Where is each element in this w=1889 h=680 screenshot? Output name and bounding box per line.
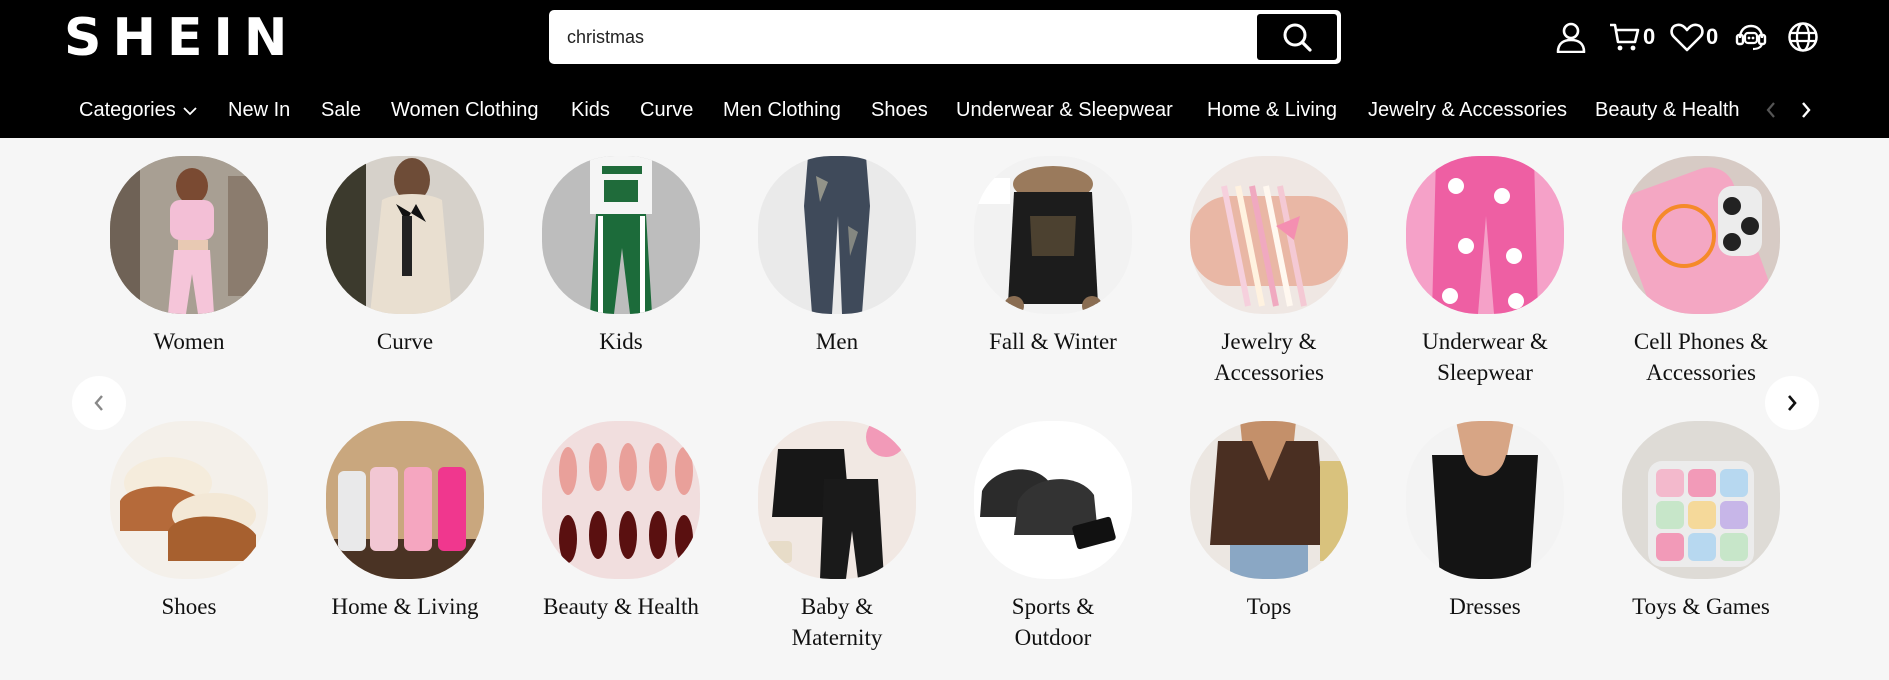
category-baby-maternity[interactable]: Baby & Maternity xyxy=(737,421,937,653)
customer-service-icon xyxy=(1735,24,1767,51)
globe-icon xyxy=(1788,22,1818,52)
category-label: Beauty & Health xyxy=(543,594,699,619)
category-image xyxy=(1622,156,1780,314)
heart-icon xyxy=(1670,23,1704,52)
category-image xyxy=(542,421,700,579)
category-curve[interactable]: Curve xyxy=(305,156,505,357)
category-label: Home & Living xyxy=(331,594,479,619)
nav-sale[interactable]: Sale xyxy=(321,93,361,127)
category-label: Kids xyxy=(599,329,643,354)
category-image xyxy=(542,156,700,314)
nav-beauty-health[interactable]: Beauty & Health xyxy=(1595,93,1740,127)
nav-jewelry-accessories[interactable]: Jewelry & Accessories xyxy=(1368,93,1567,127)
category-beauty-health[interactable]: Beauty & Health xyxy=(521,421,721,622)
category-image xyxy=(1406,421,1564,579)
nav-women-clothing[interactable]: Women Clothing xyxy=(391,93,538,127)
nav-kids[interactable]: Kids xyxy=(571,93,610,127)
category-label: Toys & Games xyxy=(1632,594,1770,619)
nav-prev-button[interactable] xyxy=(1765,93,1777,127)
user-icon xyxy=(1556,22,1586,53)
cart-button[interactable]: 0 xyxy=(1609,21,1655,53)
category-label: Curve xyxy=(376,329,434,354)
category-label: Tops xyxy=(1246,594,1292,619)
category-kids[interactable]: Kids xyxy=(521,156,721,357)
chevron-down-icon xyxy=(183,107,197,115)
category-image xyxy=(1190,156,1348,314)
category-nav: Categories New In Sale Women Clothing Ki… xyxy=(0,93,1889,127)
category-label: Baby & Maternity xyxy=(791,594,883,650)
search-button[interactable] xyxy=(1257,14,1337,60)
chevron-right-icon xyxy=(1802,102,1811,118)
nav-categories-label: Categories xyxy=(79,99,176,121)
account-button[interactable] xyxy=(1555,21,1587,53)
search-input[interactable] xyxy=(567,12,1247,62)
category-image xyxy=(326,156,484,314)
category-image xyxy=(326,421,484,579)
category-label: Fall & Winter xyxy=(989,329,1117,354)
category-image xyxy=(110,156,268,314)
language-button[interactable] xyxy=(1787,21,1819,53)
category-label: Dresses xyxy=(1449,594,1521,619)
category-cell-phones-accessories[interactable]: Cell Phones & Accessories xyxy=(1601,156,1801,388)
shein-logo[interactable]: SHEIN xyxy=(64,8,298,68)
category-label: Underwear & Sleepwear xyxy=(1422,329,1548,385)
category-label: Sports & Outdoor xyxy=(1011,594,1095,650)
category-women[interactable]: Women xyxy=(89,156,289,357)
category-image xyxy=(110,421,268,579)
category-label: Women xyxy=(153,329,225,354)
support-button[interactable] xyxy=(1735,21,1767,53)
category-image xyxy=(1622,421,1780,579)
nav-underwear-sleepwear[interactable]: Underwear & Sleepwear xyxy=(956,93,1173,127)
category-label: Cell Phones & Accessories xyxy=(1633,329,1769,385)
category-men[interactable]: Men xyxy=(737,156,937,357)
category-sports-outdoor[interactable]: Sports & Outdoor xyxy=(953,421,1153,653)
category-image xyxy=(1190,421,1348,579)
site-header: SHEIN 0 xyxy=(0,0,1889,138)
category-image xyxy=(758,421,916,579)
nav-new-in[interactable]: New In xyxy=(228,93,290,127)
category-home-living[interactable]: Home & Living xyxy=(305,421,505,622)
nav-home-living[interactable]: Home & Living xyxy=(1207,93,1337,127)
category-label: Shoes xyxy=(161,594,217,619)
category-underwear-sleepwear[interactable]: Underwear & Sleepwear xyxy=(1385,156,1585,388)
category-image xyxy=(974,156,1132,314)
search-icon xyxy=(1283,23,1312,52)
category-tops[interactable]: Tops xyxy=(1169,421,1369,622)
category-jewelry-accessories[interactable]: Jewelry & Accessories xyxy=(1169,156,1369,388)
category-label: Men xyxy=(815,329,859,354)
wishlist-button[interactable]: 0 xyxy=(1670,21,1718,53)
category-image xyxy=(758,156,916,314)
category-image xyxy=(1406,156,1564,314)
nav-men-clothing[interactable]: Men Clothing xyxy=(723,93,841,127)
search-bar xyxy=(549,10,1341,64)
category-label: Jewelry & Accessories xyxy=(1214,329,1324,385)
category-image xyxy=(974,421,1132,579)
nav-shoes[interactable]: Shoes xyxy=(871,93,928,127)
category-dresses[interactable]: Dresses xyxy=(1385,421,1585,622)
nav-categories[interactable]: Categories xyxy=(79,93,197,127)
chevron-right-icon xyxy=(1788,395,1797,411)
chevron-left-icon xyxy=(1766,102,1775,118)
wishlist-count: 0 xyxy=(1706,24,1719,49)
category-fall-winter[interactable]: Fall & Winter xyxy=(953,156,1153,357)
nav-curve[interactable]: Curve xyxy=(640,93,693,127)
cart-count: 0 xyxy=(1643,24,1656,49)
nav-next-button[interactable] xyxy=(1800,93,1812,127)
category-toys-games[interactable]: Toys & Games xyxy=(1601,421,1801,622)
cart-icon xyxy=(1610,23,1640,51)
chevron-left-icon xyxy=(94,395,103,411)
category-shoes[interactable]: Shoes xyxy=(89,421,289,622)
